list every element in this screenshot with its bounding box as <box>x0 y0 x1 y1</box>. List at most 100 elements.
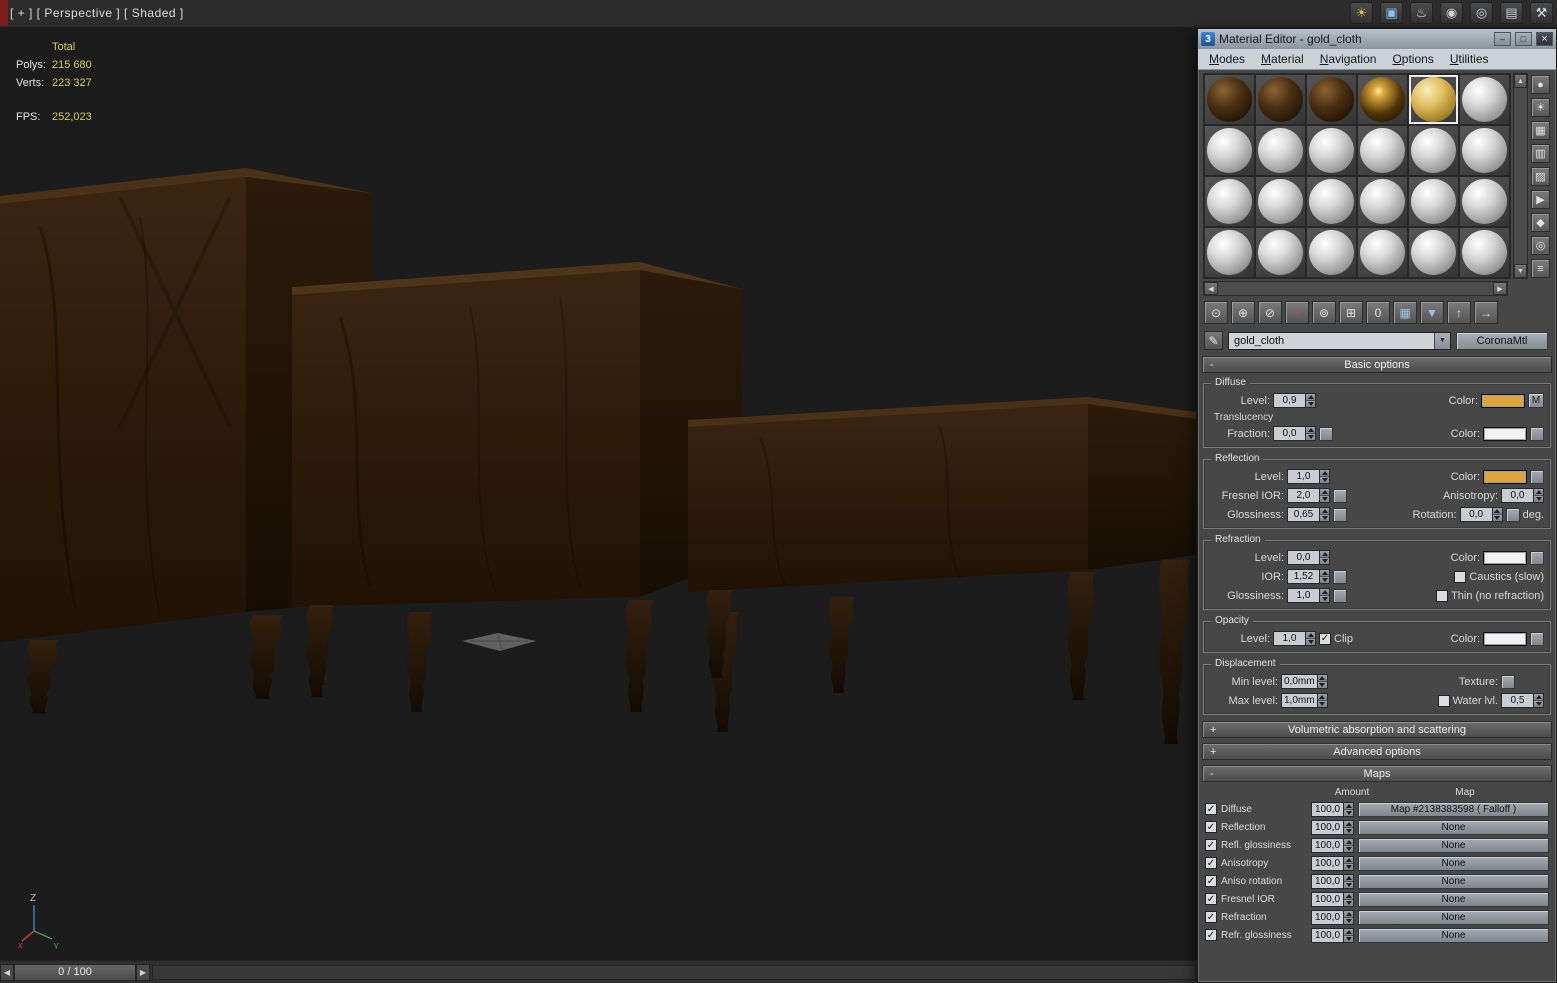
rendered-frame-window-icon[interactable]: ▣ <box>1380 2 1403 24</box>
map-button[interactable]: None <box>1358 855 1549 871</box>
menu-material[interactable]: Material <box>1254 50 1311 68</box>
sample-type-icon[interactable]: ● <box>1531 75 1550 94</box>
map-amount-spinner[interactable]: 100,0 <box>1311 909 1354 925</box>
material-map-navigator-icon[interactable]: ≡ <box>1531 259 1550 278</box>
map-enable-checkbox[interactable] <box>1205 857 1217 869</box>
opacity-color-swatch[interactable] <box>1483 631 1527 646</box>
reflection-level-spinner[interactable]: 1,0 <box>1287 469 1330 484</box>
map-enable-checkbox[interactable] <box>1205 821 1217 833</box>
sample-slot[interactable] <box>1459 227 1510 278</box>
select-by-material-icon[interactable]: ◎ <box>1531 236 1550 255</box>
go-to-parent-icon[interactable]: ↑ <box>1447 301 1471 324</box>
ior-spinner[interactable]: 1,52 <box>1287 569 1330 584</box>
render-production-icon[interactable]: ▤ <box>1500 2 1523 24</box>
water-level-spinner[interactable]: 0,5 <box>1501 693 1544 708</box>
slot-horizontal-scrollbar[interactable]: ◀ ▶ <box>1203 281 1508 296</box>
map-enable-checkbox[interactable] <box>1205 803 1217 815</box>
sample-slot[interactable] <box>1459 176 1510 227</box>
map-button[interactable]: None <box>1358 891 1549 907</box>
sample-slot[interactable] <box>1306 125 1357 176</box>
material-id-channel-icon[interactable]: 0 <box>1366 301 1390 324</box>
rollout-maps[interactable]: - Maps <box>1202 765 1552 782</box>
sample-slot[interactable] <box>1357 227 1408 278</box>
scroll-right-icon[interactable]: ▶ <box>1493 282 1507 295</box>
reset-map-icon[interactable]: × <box>1285 301 1309 324</box>
refraction-level-spinner[interactable]: 0,0 <box>1287 550 1330 565</box>
map-enable-checkbox[interactable] <box>1205 911 1217 923</box>
material-editor-titlebar[interactable]: 3 Material Editor - gold_cloth – □ × <box>1198 29 1556 49</box>
clip-checkbox[interactable] <box>1319 632 1331 645</box>
assign-material-to-selection-icon[interactable]: ⊘ <box>1258 301 1282 324</box>
water-level-checkbox[interactable] <box>1437 694 1450 707</box>
map-amount-spinner[interactable]: 100,0 <box>1311 891 1354 907</box>
options-icon[interactable]: ◆ <box>1531 213 1550 232</box>
displacement-texture-button[interactable] <box>1501 674 1515 689</box>
rotation-spinner[interactable]: 0,0 <box>1459 507 1503 522</box>
sample-uv-tiling-icon[interactable]: ▥ <box>1531 144 1550 163</box>
map-button[interactable]: None <box>1358 873 1549 889</box>
diffuse-color-swatch[interactable] <box>1481 393 1525 408</box>
scroll-down-icon[interactable]: ▼ <box>1514 264 1527 278</box>
sample-slot[interactable] <box>1306 74 1357 125</box>
reflection-map-button[interactable] <box>1530 469 1544 484</box>
previous-frame-button[interactable]: ◀ <box>0 963 14 981</box>
map-amount-spinner[interactable]: 100,0 <box>1311 837 1354 853</box>
map-enable-checkbox[interactable] <box>1205 893 1217 905</box>
map-enable-checkbox[interactable] <box>1205 875 1217 887</box>
map-button[interactable]: None <box>1358 909 1549 925</box>
refraction-color-swatch[interactable] <box>1483 550 1527 565</box>
material-type-button[interactable]: CoronaMtl <box>1456 331 1548 350</box>
close-button[interactable]: × <box>1536 32 1553 46</box>
background-icon[interactable]: ▦ <box>1531 121 1550 140</box>
sample-slot[interactable] <box>1255 176 1306 227</box>
glossiness-map-button[interactable] <box>1333 507 1347 522</box>
menu-navigation[interactable]: Navigation <box>1313 50 1384 68</box>
fraction-spinner[interactable]: 0,0 <box>1273 426 1316 441</box>
caustics-checkbox[interactable] <box>1454 570 1467 583</box>
show-map-in-viewport-icon[interactable]: ▦ <box>1393 301 1417 324</box>
fraction-map-button[interactable] <box>1319 426 1333 441</box>
reflection-color-swatch[interactable] <box>1483 469 1527 484</box>
sample-slot[interactable] <box>1204 227 1255 278</box>
map-button[interactable]: None <box>1358 927 1549 943</box>
scroll-left-icon[interactable]: ◀ <box>1204 282 1218 295</box>
make-preview-icon[interactable]: ▶ <box>1531 190 1550 209</box>
maximize-button[interactable]: □ <box>1515 32 1532 46</box>
app-menu-icon[interactable] <box>0 0 8 26</box>
put-to-library-icon[interactable]: ⊞ <box>1339 301 1363 324</box>
map-amount-spinner[interactable]: 100,0 <box>1311 801 1354 817</box>
anisotropy-spinner[interactable]: 0,0 <box>1501 488 1544 503</box>
map-button[interactable]: None <box>1358 837 1549 853</box>
render-flare-icon[interactable]: ☀ <box>1350 2 1373 24</box>
map-button[interactable]: Map #2138383598 ( Falloff ) <box>1358 801 1549 817</box>
translucency-color-swatch[interactable] <box>1483 426 1527 441</box>
render-setup-icon[interactable]: ♨ <box>1410 2 1433 24</box>
sample-slot[interactable] <box>1204 176 1255 227</box>
sample-slot[interactable] <box>1408 176 1459 227</box>
video-color-check-icon[interactable]: ▨ <box>1531 167 1550 186</box>
translucency-map-button[interactable] <box>1530 426 1544 441</box>
map-amount-spinner[interactable]: 100,0 <box>1311 927 1354 943</box>
go-forward-to-sibling-icon[interactable]: → <box>1474 301 1498 324</box>
slot-vertical-scrollbar[interactable]: ▲ ▼ <box>1513 73 1528 279</box>
sample-slot[interactable] <box>1357 74 1408 125</box>
sample-slot[interactable] <box>1204 74 1255 125</box>
viewport-label[interactable]: [ + ] [ Perspective ] [ Shaded ] <box>10 6 184 20</box>
fresnel-ior-spinner[interactable]: 2,0 <box>1287 488 1330 503</box>
refraction-map-button[interactable] <box>1530 550 1544 565</box>
sample-slot[interactable] <box>1255 227 1306 278</box>
backlight-icon[interactable]: ☀ <box>1531 98 1550 117</box>
map-amount-spinner[interactable]: 100,0 <box>1311 855 1354 871</box>
map-enable-checkbox[interactable] <box>1205 929 1217 941</box>
sample-slot[interactable] <box>1408 74 1459 125</box>
minimize-button[interactable]: – <box>1494 32 1511 46</box>
opacity-map-button[interactable] <box>1530 631 1544 646</box>
menu-utilities[interactable]: Utilities <box>1443 50 1496 68</box>
next-frame-button[interactable]: ▶ <box>136 963 150 981</box>
reflection-glossiness-spinner[interactable]: 0,65 <box>1287 507 1330 522</box>
sample-slot[interactable] <box>1204 125 1255 176</box>
min-level-spinner[interactable]: 0,0mm <box>1281 674 1328 689</box>
map-button[interactable]: None <box>1358 819 1549 835</box>
sample-slot[interactable] <box>1408 125 1459 176</box>
make-material-copy-icon[interactable]: ⊚ <box>1312 301 1336 324</box>
